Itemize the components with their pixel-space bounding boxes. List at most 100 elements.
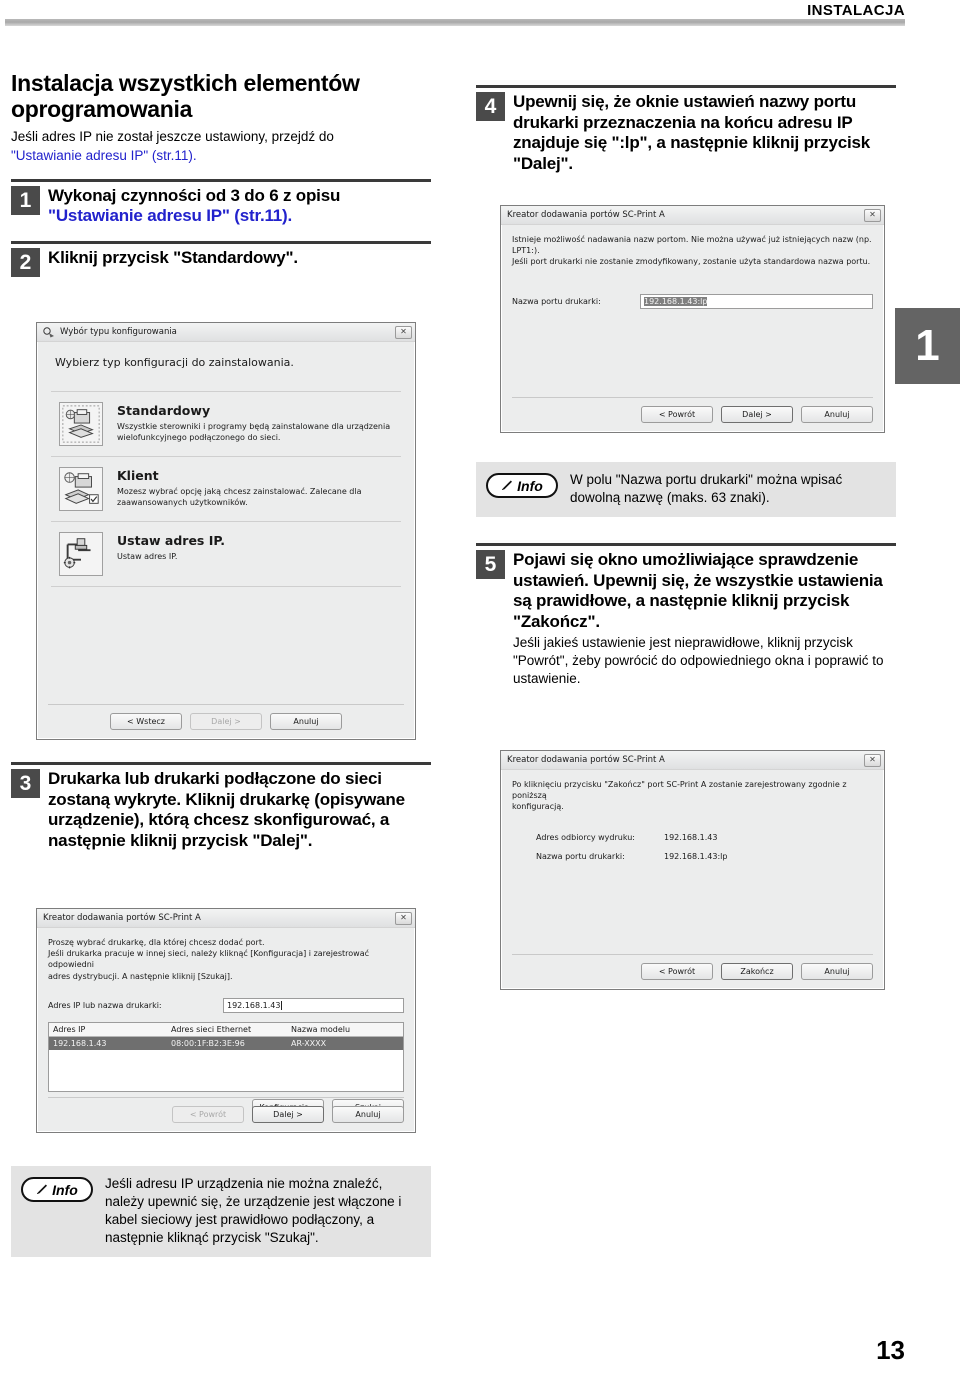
dialog-port-finish-p2: konfiguracją. (512, 802, 564, 812)
info-box-top-right: Info W polu "Nazwa portu drukarki" można… (476, 462, 896, 518)
anuluj-button[interactable]: Anuluj (801, 963, 873, 980)
option-ustaw-adres-ip[interactable]: Ustaw adres IP. Ustaw adres IP. (37, 522, 415, 586)
option-klient-desc: Mozesz wybrać opcję jaką chcesz zainstal… (117, 487, 362, 508)
dialog-port-search-p2: Jeśli drukarka pracuje w innej sieci, na… (48, 949, 369, 970)
step-5: 5 Pojawi się okno umożliwiające sprawdze… (476, 543, 896, 688)
chapter-tab: 1 (895, 308, 960, 384)
powrot-button[interactable]: < Powrót (641, 406, 713, 423)
right-column-lower: 5 Pojawi się okno umożliwiające sprawdze… (476, 543, 896, 688)
port-name-value-tail: lp (700, 296, 708, 306)
step-4-rule (476, 85, 896, 88)
right-column: 4 Upewnij się, że oknie ustawień nazwy p… (476, 85, 896, 174)
dalej-button[interactable]: Dalej > (190, 713, 262, 730)
step-2-number: 2 (11, 248, 40, 277)
cell-adres-ip: 192.168.1.43 (53, 1038, 107, 1048)
port-name-label: Nazwa portu drukarki: (512, 296, 601, 306)
step-3-text: Drukarka lub drukarki podłączone do siec… (48, 769, 405, 850)
close-icon[interactable]: ✕ (395, 911, 412, 925)
close-icon[interactable]: ✕ (395, 325, 412, 339)
dialog-config-type-titlebar: Wybór typu konfigurowania ✕ (37, 323, 415, 342)
step-4-number: 4 (476, 92, 505, 121)
dialog-port-finish-body: Po kliknięciu przycisku "Zakończ" port S… (501, 770, 884, 861)
info-badge: Info (486, 473, 558, 498)
summary-key-destination: Adres odbiorcy wydruku: (536, 832, 635, 842)
powrot-button[interactable]: < Powrót (172, 1106, 244, 1123)
dialog-port-search-p1: Proszę wybrać drukarkę, dla której chces… (48, 938, 265, 947)
step-3-rule (11, 762, 431, 765)
step-5-text: Pojawi się okno umożliwiające sprawdzeni… (513, 550, 883, 631)
table-row[interactable]: 192.168.1.43 08:00:1F:B2:3E:96 AR-XXXX (49, 1036, 403, 1050)
step-1-text-plain: Wykonaj czynności od 3 do 6 z opisu (48, 185, 341, 205)
dialog-port-name-titlebar: Kreator dodawania portów SC-Print A ✕ (501, 206, 884, 225)
info-badge-label: Info (52, 1181, 78, 1198)
left-column: Instalacja wszystkich elementów oprogram… (11, 70, 431, 277)
cell-adres-ethernet: 08:00:1F:B2:3E:96 (171, 1038, 245, 1048)
dalej-button[interactable]: Dalej > (252, 1106, 324, 1123)
dialog-port-finish[interactable]: Kreator dodawania portów SC-Print A ✕ Po… (500, 750, 885, 990)
dialog-port-name-body: Istnieje możliwość nadawania nazw portom… (501, 225, 884, 309)
powrot-button[interactable]: < Powrót (641, 963, 713, 980)
option-klient-title: Klient (117, 468, 159, 483)
dialog-config-type[interactable]: Wybór typu konfigurowania ✕ Wybierz typ … (36, 322, 416, 740)
summary-row-portname: Nazwa portu drukarki: 192.168.1.43:lp (512, 852, 873, 861)
dalej-button[interactable]: Dalej > (721, 406, 793, 423)
option-ustaw-adres-ip-title: Ustaw adres IP. (117, 533, 225, 548)
list-header: Adres IP Adres sieci Ethernet Nazwa mode… (49, 1022, 403, 1037)
dialog-port-name-p2: Jeśli port drukarki nie zostanie zmodyfi… (512, 257, 871, 267)
option-divider (51, 586, 401, 587)
section-intro: Jeśli adres IP nie został jeszcze ustawi… (11, 128, 431, 164)
dialog-port-name[interactable]: Kreator dodawania portów SC-Print A ✕ Is… (500, 205, 885, 433)
anuluj-button[interactable]: Anuluj (270, 713, 342, 730)
option-ustaw-adres-ip-desc: Ustaw adres IP. (117, 552, 178, 561)
step-4-text: Upewnij się, że oknie ustawień nazwy por… (513, 92, 871, 173)
pencil-icon (502, 480, 513, 490)
printer-address-input[interactable]: 192.168.1.43 (223, 997, 404, 1013)
zakoncz-button[interactable]: Zakończ (721, 963, 793, 980)
port-name-input[interactable]: 192.168.1.43: lp (640, 293, 873, 309)
printer-address-value: 192.168.1.43 (227, 1000, 281, 1010)
step-1: 1 Wykonaj czynności od 3 do 6 z opisu "U… (11, 178, 431, 227)
summary-key-portname: Nazwa portu drukarki: (536, 851, 625, 861)
discovered-printers-list[interactable]: Adres IP Adres sieci Ethernet Nazwa mode… (48, 1021, 404, 1092)
step-2: 2 Kliknij przycisk "Standardowy". (11, 241, 431, 277)
wstecz-button[interactable]: < Wstecz (110, 713, 182, 730)
anuluj-button[interactable]: Anuluj (332, 1106, 404, 1123)
option-klient[interactable]: Klient Mozesz wybrać opcję jaką chcesz z… (37, 457, 415, 521)
option-standardowy[interactable]: Standardowy Wszystkie sterowniki i progr… (37, 392, 415, 456)
step-1-number: 1 (11, 185, 40, 215)
dialog-port-name-title: Kreator dodawania portów SC-Print A (507, 210, 665, 220)
anuluj-button[interactable]: Anuluj (801, 406, 873, 423)
cell-nazwa-modelu: AR-XXXX (291, 1038, 327, 1048)
dialog-port-search-footer: < Powrót Dalej > Anuluj (48, 1097, 404, 1123)
column-adres-ip: Adres IP (53, 1024, 86, 1034)
column-nazwa-modelu: Nazwa modelu (291, 1024, 351, 1034)
section-intro-link[interactable]: "Ustawianie adresu IP" (str.11). (11, 148, 197, 163)
dialog-port-search-p3: adres dystrybucji. A następnie kliknij [… (48, 971, 233, 981)
summary-value-destination: 192.168.1.43 (664, 832, 718, 842)
dialog-config-type-footer: < Wstecz Dalej > Anuluj (48, 704, 404, 730)
summary-row-destination: Adres odbiorcy wydruku: 192.168.1.43 (512, 833, 873, 842)
printer-address-label: Adres IP lub nazwa drukarki: (48, 1000, 162, 1010)
printer-network-icon (59, 402, 103, 446)
info-box-bottom-left-text: Jeśli adresu IP urządzenia nie można zna… (105, 1176, 402, 1246)
dialog-port-search-title: Kreator dodawania portów SC-Print A (43, 913, 201, 923)
close-icon[interactable]: ✕ (864, 753, 881, 767)
dialog-config-type-title: Wybór typu konfigurowania (60, 327, 177, 337)
header-divider (5, 19, 905, 26)
info-badge: Info (21, 1177, 93, 1202)
dialog-port-finish-footer: < Powrót Zakończ Anuluj (512, 954, 873, 980)
step-5-rule (476, 543, 896, 546)
dialog-port-name-p1: Istnieje możliwość nadawania nazw portom… (512, 235, 872, 256)
step-2-text: Kliknij przycisk "Standardowy". (48, 248, 298, 267)
summary-value-portname: 192.168.1.43:lp (664, 851, 728, 861)
dialog-port-search[interactable]: Kreator dodawania portów SC-Print A ✕ Pr… (36, 908, 416, 1133)
close-icon[interactable]: ✕ (864, 208, 881, 222)
port-name-value-selected: 192.168.1.43: (644, 296, 701, 306)
step-5-number: 5 (476, 550, 505, 579)
dialog-port-name-footer: < Powrót Dalej > Anuluj (512, 397, 873, 423)
step-1-text-link[interactable]: "Ustawianie adresu IP" (str.11). (48, 206, 292, 225)
dialog-port-finish-title: Kreator dodawania portów SC-Print A (507, 755, 665, 765)
dialog-port-search-body: Proszę wybrać drukarkę, dla której chces… (37, 928, 415, 1116)
page-number: 13 (876, 1335, 905, 1365)
network-settings-icon (59, 532, 103, 576)
